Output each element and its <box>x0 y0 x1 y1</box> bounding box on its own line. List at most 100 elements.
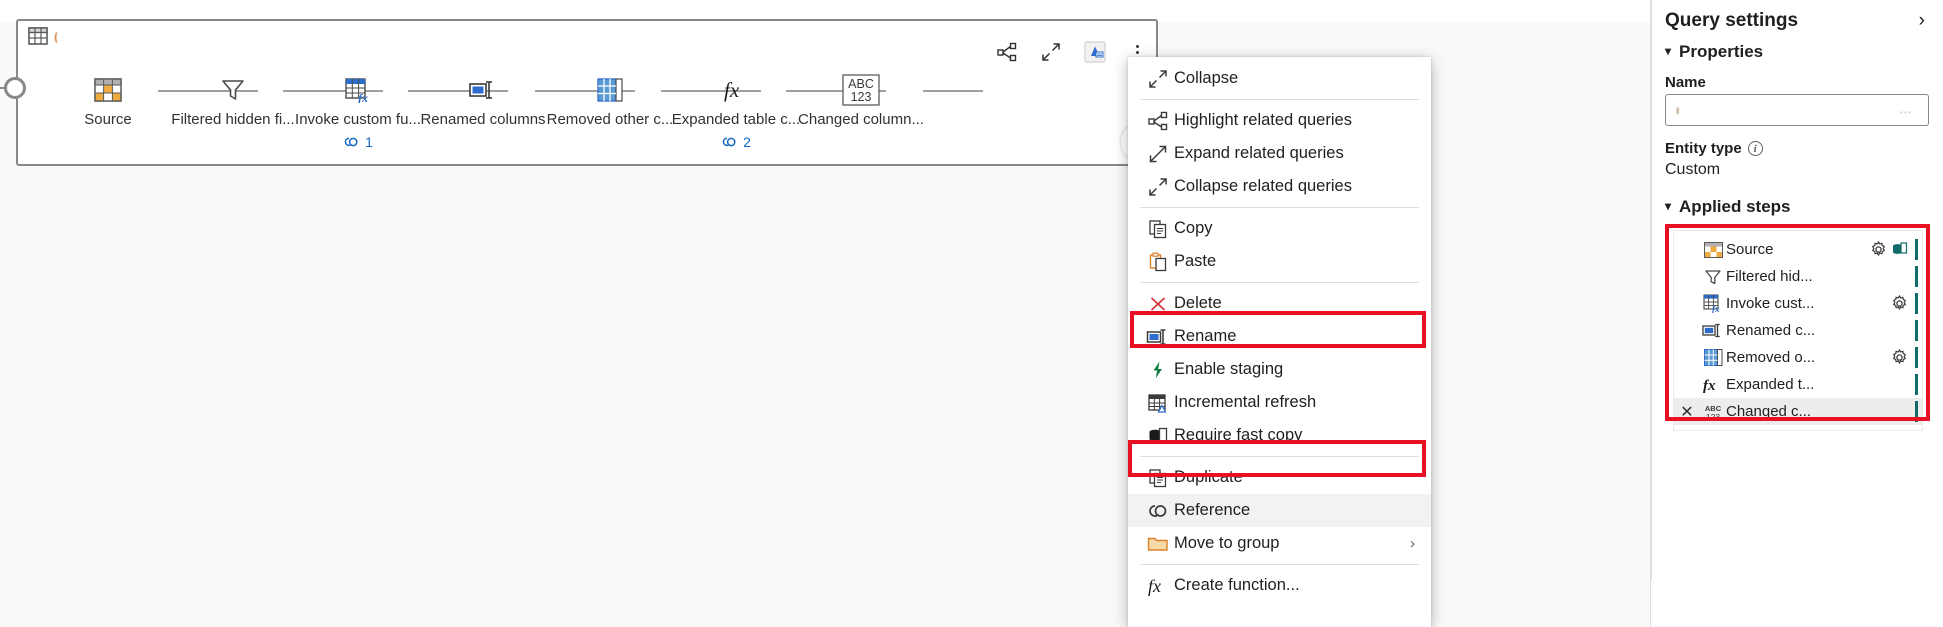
lightning-icon <box>1142 360 1174 380</box>
chevron-down-icon: ▾ <box>1665 199 1672 213</box>
panel-divider <box>1651 0 1652 580</box>
applied-step-label: Expanded t... <box>1726 376 1815 393</box>
applied-step-removed-other[interactable]: Removed o... <box>1674 344 1922 371</box>
chevron-right-icon: › <box>1410 535 1415 552</box>
query-steps-strip: Source Filtered hidden fi... fx Invoke c… <box>48 73 1159 163</box>
highlight-related-queries-icon <box>1142 111 1174 131</box>
applied-step-label: Changed c... <box>1726 403 1812 420</box>
step-node-changed-column-type[interactable]: ABC 123 Changed column... <box>786 73 936 128</box>
applied-steps-list[interactable]: Source Filtered hid... fx Invoke cust...… <box>1673 230 1923 431</box>
expand-related-queries-icon <box>1142 144 1174 164</box>
reference-icon <box>722 137 736 147</box>
menu-item-label: Delete <box>1174 294 1222 312</box>
menu-item-label: Expand related queries <box>1174 144 1344 162</box>
svg-text:123: 123 <box>1706 412 1720 422</box>
menu-separator <box>1140 456 1419 457</box>
query-context-menu[interactable]: Collapse Highlight related queries Expan… <box>1128 57 1431 627</box>
menu-item-enable-staging[interactable]: Enable staging <box>1128 353 1431 386</box>
applied-step-source[interactable]: Source <box>1674 236 1922 263</box>
query-settings-header: Query settings › <box>1651 0 1943 32</box>
menu-item-delete[interactable]: Delete <box>1128 287 1431 320</box>
menu-item-expand-related-queries[interactable]: Expand related queries <box>1128 137 1431 170</box>
table-orange-icon <box>1700 241 1726 258</box>
collapse-icon[interactable] <box>1040 41 1062 63</box>
applied-step-label: Invoke cust... <box>1726 295 1815 312</box>
menu-separator <box>1140 99 1419 100</box>
reference-icon <box>1142 502 1174 520</box>
svg-text:123: 123 <box>851 90 872 104</box>
invoke-function-icon: fx <box>1700 294 1726 313</box>
step-label: Changed column... <box>798 111 924 128</box>
menu-item-copy[interactable]: Copy <box>1128 212 1431 245</box>
entity-type-value: Custom <box>1665 161 1721 178</box>
applied-step-expanded-table[interactable]: fx Expanded t... <box>1674 371 1922 398</box>
menu-item-create-function[interactable]: fx Create function... <box>1128 569 1431 602</box>
entity-type-row: Entity type i <box>1651 126 1943 157</box>
menu-item-paste[interactable]: Paste <box>1128 245 1431 278</box>
staging-icon[interactable] <box>1084 41 1106 63</box>
applied-step-changed-column-type[interactable]: ✕ ABC 123 Changed c... <box>1674 398 1922 425</box>
step-reference-count-label: 1 <box>365 134 373 150</box>
step-status-bar <box>1915 401 1918 422</box>
menu-item-label: Rename <box>1174 327 1237 345</box>
fx-icon: fx <box>1700 375 1726 394</box>
menu-item-rename[interactable]: Rename <box>1128 320 1431 353</box>
step-status-bar <box>1915 293 1918 314</box>
rename-icon <box>1142 327 1174 347</box>
menu-item-highlight-related-queries[interactable]: Highlight related queries <box>1128 104 1431 137</box>
gear-icon[interactable] <box>1891 349 1908 366</box>
menu-item-incremental-refresh[interactable]: Incremental refresh <box>1128 386 1431 419</box>
database-icon[interactable] <box>1891 241 1908 258</box>
menu-separator <box>1140 207 1419 208</box>
abc123-icon: ABC 123 <box>786 73 936 107</box>
menu-item-label: Create function... <box>1174 576 1300 594</box>
name-input[interactable]: ı ... <box>1665 94 1929 126</box>
name-input-suffix: ... <box>1899 104 1912 116</box>
section-properties-label: Properties <box>1679 42 1764 61</box>
step-reference-count[interactable]: 1 <box>283 134 433 150</box>
applied-step-renamed-columns[interactable]: Renamed c... <box>1674 317 1922 344</box>
step-reference-count[interactable]: 2 <box>661 134 811 150</box>
step-status-bar <box>1915 347 1918 368</box>
delete-step-icon[interactable]: ✕ <box>1678 402 1696 422</box>
menu-item-label: Highlight related queries <box>1174 111 1352 129</box>
menu-item-collapse-related-queries[interactable]: Collapse related queries <box>1128 170 1431 203</box>
duplicate-icon <box>1142 468 1174 488</box>
page-title: Query settings <box>1665 10 1799 31</box>
svg-text:ABC: ABC <box>848 77 874 91</box>
menu-item-collapse[interactable]: Collapse <box>1128 62 1431 95</box>
collapse-panel-icon[interactable]: › <box>1915 10 1929 32</box>
svg-text:fx: fx <box>358 91 368 103</box>
table-blue-icon <box>1700 349 1726 366</box>
menu-item-label: Enable staging <box>1174 360 1284 378</box>
menu-item-reference[interactable]: Reference <box>1128 494 1431 527</box>
query-input-connector[interactable] <box>4 77 26 99</box>
menu-item-label: Paste <box>1174 252 1217 270</box>
section-applied-steps[interactable]: ▾ Applied steps <box>1651 179 1943 219</box>
chevron-down-icon: ▾ <box>1665 44 1672 58</box>
table-icon <box>28 27 48 45</box>
highlight-related-queries-icon[interactable] <box>996 41 1018 63</box>
applied-step-label: Filtered hid... <box>1726 268 1813 285</box>
menu-item-move-to-group[interactable]: Move to group › <box>1128 527 1431 560</box>
name-input-value: ı <box>1676 103 1680 117</box>
section-properties[interactable]: ▾ Properties <box>1651 32 1943 64</box>
applied-step-invoke-custom[interactable]: fx Invoke cust... <box>1674 290 1922 317</box>
applied-step-label: Removed o... <box>1726 349 1816 366</box>
gear-icon[interactable] <box>1891 295 1908 312</box>
step-status-bar <box>1915 239 1918 260</box>
step-status-bar <box>1915 374 1918 395</box>
svg-text:fx: fx <box>1148 576 1161 596</box>
section-applied-steps-label: Applied steps <box>1679 197 1791 216</box>
svg-text:fx: fx <box>1712 304 1720 313</box>
svg-text:fx: fx <box>724 78 740 102</box>
query-card[interactable]: (Source Filtered hidden fi... fx Invoke… <box>16 19 1159 166</box>
name-field-label: Name <box>1665 74 1706 91</box>
menu-item-duplicate[interactable]: Duplicate <box>1128 461 1431 494</box>
gear-icon[interactable] <box>1870 241 1887 258</box>
folder-icon <box>1142 535 1174 553</box>
info-icon[interactable]: i <box>1747 141 1763 156</box>
menu-item-require-fast-copy[interactable]: Require fast copy <box>1128 419 1431 452</box>
applied-step-filtered-hidden[interactable]: Filtered hid... <box>1674 263 1922 290</box>
fast-copy-icon <box>1142 426 1174 446</box>
